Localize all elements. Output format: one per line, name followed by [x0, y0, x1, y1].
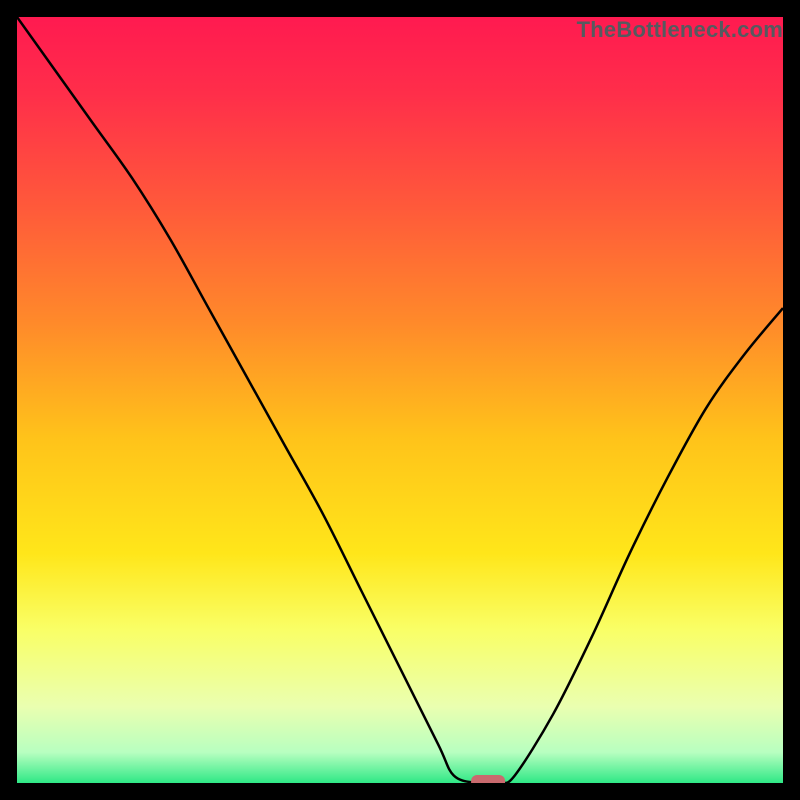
plot-area — [17, 17, 783, 783]
optimal-marker — [471, 775, 505, 783]
watermark-text: TheBottleneck.com — [577, 17, 783, 43]
bottleneck-chart — [17, 17, 783, 783]
chart-frame: TheBottleneck.com — [0, 0, 800, 800]
